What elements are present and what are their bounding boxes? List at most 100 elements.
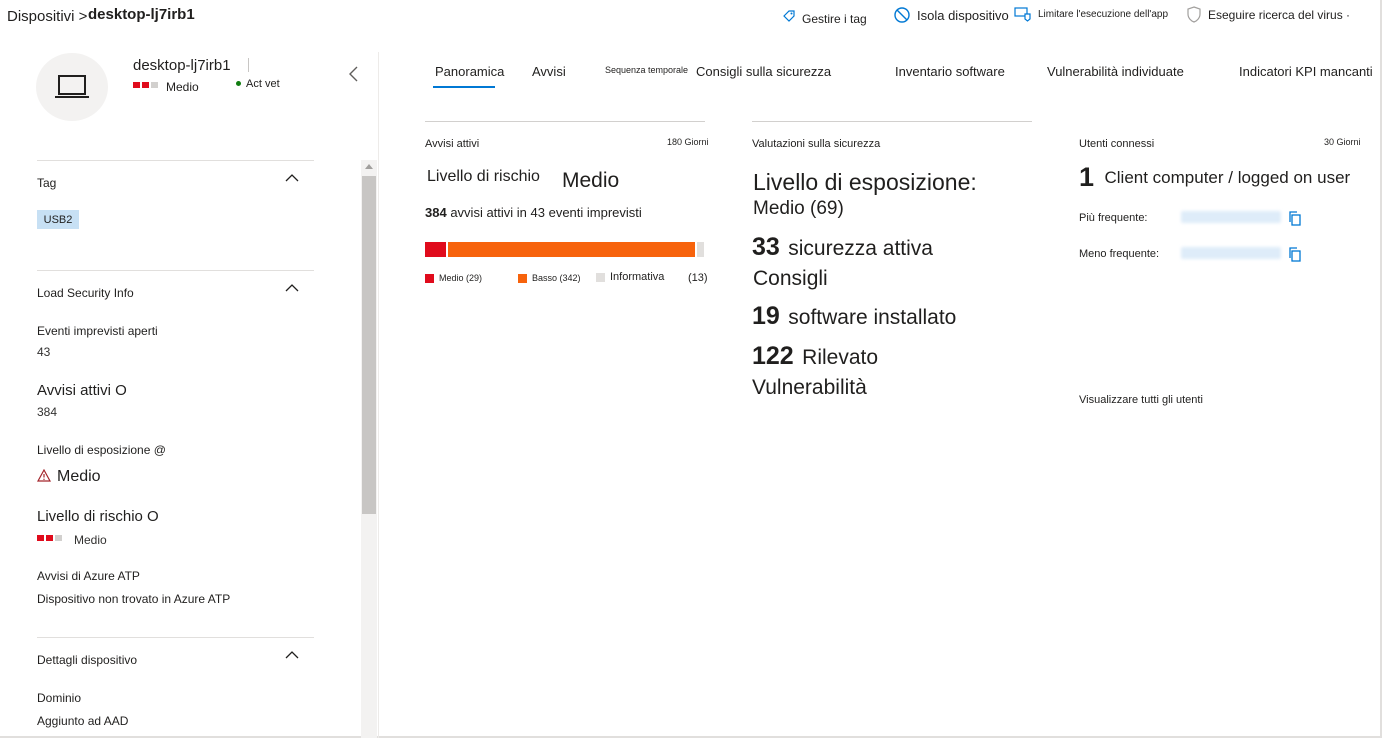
scroll-up-arrow-icon[interactable] [364,162,374,170]
alerts-count-text: avvisi attivi in 43 eventi imprevisti [450,205,642,220]
device-risk-value: Medio [166,80,199,94]
restrict-app-button[interactable]: Limitare l'esecuzione dell'app [1014,6,1168,22]
open-incidents-value: 43 [37,345,51,359]
exposure-label: Livello di esposizione @ [37,443,166,457]
exposure-line-2: Medio (69) [753,198,844,219]
section-divider [37,160,314,161]
least-frequent-user-redacted [1181,247,1281,259]
security-card-title: Valutazioni sulla sicurezza [752,138,881,150]
tab-alerts[interactable]: Avvisi [532,64,566,79]
manage-tags-button[interactable]: Gestire i tag [782,6,867,26]
severity-bar-segment [425,242,446,257]
least-frequent-label: Meno frequente: [1079,248,1160,260]
users-card-title: Utenti connessi [1079,138,1155,150]
azure-atp-value: Dispositivo non trovato in Azure ATP [37,592,231,606]
alerts-count-line: 384 avvisi attivi in 43 eventi imprevist… [425,205,642,220]
copy-icon[interactable] [1288,211,1302,226]
device-status: Act vet [246,78,280,90]
domain-label: Dominio [37,691,82,705]
chevron-up-icon[interactable] [285,650,299,660]
device-avatar [36,53,108,121]
status-dot [236,81,241,86]
section-divider [37,270,314,271]
alerts-risk-value: Medio [562,169,620,192]
app-restrict-icon [1014,7,1031,22]
text-caret [248,58,249,72]
recommendations-text-2: Consigli [753,267,828,290]
block-icon [894,7,910,23]
tag-icon [783,10,795,22]
section-divider [37,637,314,638]
chevron-up-icon[interactable] [285,283,299,293]
alerts-severity-bar [425,242,705,257]
collapse-panel-chevron-icon[interactable] [346,64,362,84]
software-text: software installato [788,306,957,329]
risk-bars [37,535,62,541]
vulnerabilities-text-2: Vulnerabilità [752,376,867,399]
security-section-title: Load Security Info [37,286,134,300]
alerts-risk-label: Livello di rischio [427,168,540,185]
laptop-icon [55,75,89,98]
vulnerabilities-line: 122 Rilevato [752,342,878,371]
device-details-title: Dettagli dispositivo [37,653,138,667]
users-count-line: 1 Client computer / logged on user [1079,162,1350,193]
active-alerts-value: 384 [37,405,58,419]
card-top-border [752,121,1032,122]
breadcrumb-devices[interactable]: Dispositivi > [7,8,87,25]
most-frequent-label: Più frequente: [1079,212,1148,224]
device-name: desktop-lj7irb1 [133,57,231,74]
vulnerabilities-count: 122 [752,342,794,370]
legend-swatch [518,273,527,283]
severity-bar-segment [695,242,704,257]
users-count: 1 [1079,162,1095,192]
view-all-users-link[interactable]: Visualizzare tutti gli utenti [1079,394,1203,406]
tags-section-title: Tag [37,176,57,190]
tab-overview[interactable]: Panoramica [435,64,504,79]
active-alerts-label: Avvisi attivi O [37,382,127,399]
exposure-line-1: Livello di esposizione: [753,169,977,195]
legend-swatch [596,272,605,282]
recommendations-line: 33 sicurezza attiva [752,233,933,262]
azure-atp-label: Avvisi di Azure ATP [37,569,140,583]
tab-missing-kbs[interactable]: Indicatori KPI mancanti [1239,64,1373,79]
chevron-up-icon[interactable] [285,173,299,183]
tab-security-recommendations[interactable]: Consigli sulla sicurezza [696,64,831,79]
software-line: 19 software installato [752,302,956,331]
alerts-card-title: Avvisi attivi [425,138,480,150]
scrollbar-thumb[interactable] [362,176,376,514]
users-card-period: 30 Giorni [1324,137,1361,147]
card-top-border [425,121,705,122]
legend-medium: Medio (29) [425,273,482,283]
legend-swatch [425,273,434,283]
tab-timeline[interactable]: Sequenza temporale [605,65,688,75]
antivirus-scan-button[interactable]: Eseguire ricerca del virus · [1186,6,1350,23]
severity-bar-segment [446,242,695,257]
risk-label: Livello di rischio O [37,508,159,525]
domain-value: Aggiunto ad AAD [37,714,129,728]
open-incidents-label: Eventi imprevisti aperti [37,324,158,338]
risk-value: Medio [74,533,107,547]
warning-icon [37,469,51,482]
vulnerabilities-text: Rilevato [802,346,879,369]
tab-discovered-vulnerabilities[interactable]: Vulnerabilità individuate [1047,64,1184,79]
legend-informational: Informativa [596,271,664,283]
most-frequent-user-redacted [1181,211,1281,223]
users-count-text: Client computer / logged on user [1104,168,1351,187]
recommendations-text: sicurezza attiva [788,237,933,260]
legend-low: Basso (342) [518,273,581,283]
isolate-device-button[interactable]: Isola dispositivo [893,6,1009,24]
panel-separator [378,52,379,738]
exposure-value: Medio [57,468,101,485]
tag-pill[interactable]: USB2 [37,210,79,229]
legend-informational-count: (13) [688,272,708,284]
copy-icon[interactable] [1288,247,1302,262]
shield-icon [1187,6,1201,23]
recommendations-count: 33 [752,233,780,261]
device-risk-bars [133,82,158,88]
alerts-count: 384 [425,205,447,220]
software-count: 19 [752,302,780,330]
breadcrumb-device-name: desktop-lj7irb1 [88,6,195,23]
active-tab-indicator [433,86,495,88]
alerts-card-period: 180 Giorni [667,137,709,147]
tab-software-inventory[interactable]: Inventario software [895,64,1005,79]
